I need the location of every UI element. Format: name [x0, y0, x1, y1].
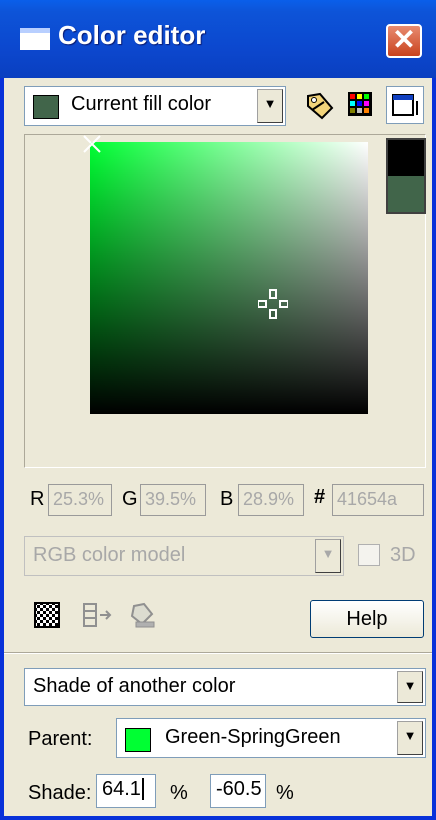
- derivation-type-value: Shade of another color: [33, 675, 236, 697]
- shade-unit-2: %: [276, 782, 294, 804]
- previous-color-swatch: [388, 140, 424, 176]
- color-model-value: RGB color model: [33, 544, 186, 566]
- 3d-checkbox[interactable]: [358, 544, 380, 566]
- color-editor-window: Color editor ✕ Current fill color ▼ R 25…: [0, 0, 436, 820]
- picker-crosshair-icon[interactable]: [258, 288, 288, 322]
- chevron-down-icon[interactable]: ▼: [397, 721, 423, 755]
- chevron-down-icon[interactable]: ▼: [397, 671, 423, 703]
- r-field[interactable]: 25.3%: [48, 484, 112, 516]
- panel-toggle-icon[interactable]: [386, 86, 424, 124]
- parent-color-swatch: [125, 728, 151, 752]
- parent-color-select[interactable]: Green-SpringGreen ▼: [116, 718, 426, 758]
- checker-pattern-icon[interactable]: [34, 602, 60, 628]
- shade-offset-input[interactable]: -60.5: [210, 774, 266, 808]
- saturation-value-square[interactable]: [83, 135, 368, 414]
- color-model-select[interactable]: RGB color model ▼: [24, 536, 344, 576]
- color-target-select[interactable]: Current fill color ▼: [24, 86, 286, 126]
- window-title: Color editor: [58, 20, 206, 50]
- derivation-type-select[interactable]: Shade of another color ▼: [24, 668, 426, 706]
- parent-color-value: Green-SpringGreen: [165, 726, 341, 748]
- b-label: B: [220, 488, 234, 510]
- close-button[interactable]: ✕: [386, 24, 422, 58]
- palette-grid-icon[interactable]: [344, 88, 376, 120]
- divider: [4, 652, 432, 654]
- text-caret: [141, 778, 144, 800]
- shade-label: Shade:: [28, 782, 92, 804]
- window-icon: [20, 28, 50, 50]
- hex-field[interactable]: 41654a: [332, 484, 424, 516]
- b-field[interactable]: 28.9%: [238, 484, 304, 516]
- stamp-icon[interactable]: [128, 600, 158, 630]
- hex-label: #: [314, 486, 326, 508]
- g-field[interactable]: 39.5%: [140, 484, 206, 516]
- color-preview: [386, 138, 426, 214]
- title-bar[interactable]: Color editor ✕: [0, 0, 436, 78]
- help-button[interactable]: Help: [310, 600, 424, 638]
- shade-unit-1: %: [170, 782, 188, 804]
- g-label: G: [122, 488, 138, 510]
- 3d-label: 3D: [390, 544, 416, 566]
- tag-icon[interactable]: [302, 88, 336, 122]
- chevron-down-icon[interactable]: ▼: [315, 539, 341, 573]
- parent-label: Parent:: [28, 728, 93, 750]
- close-icon: ✕: [392, 24, 416, 55]
- shade-amount-input[interactable]: 64.1: [96, 774, 156, 808]
- hue-marker-icon[interactable]: [82, 134, 102, 154]
- shade-amount-value: 64.1: [102, 778, 141, 800]
- insert-row-icon[interactable]: [82, 602, 112, 628]
- chevron-down-icon[interactable]: ▼: [257, 89, 283, 123]
- r-label: R: [30, 488, 45, 510]
- current-fill-swatch: [33, 95, 59, 119]
- new-color-swatch: [388, 176, 424, 212]
- color-target-value: Current fill color: [71, 93, 212, 115]
